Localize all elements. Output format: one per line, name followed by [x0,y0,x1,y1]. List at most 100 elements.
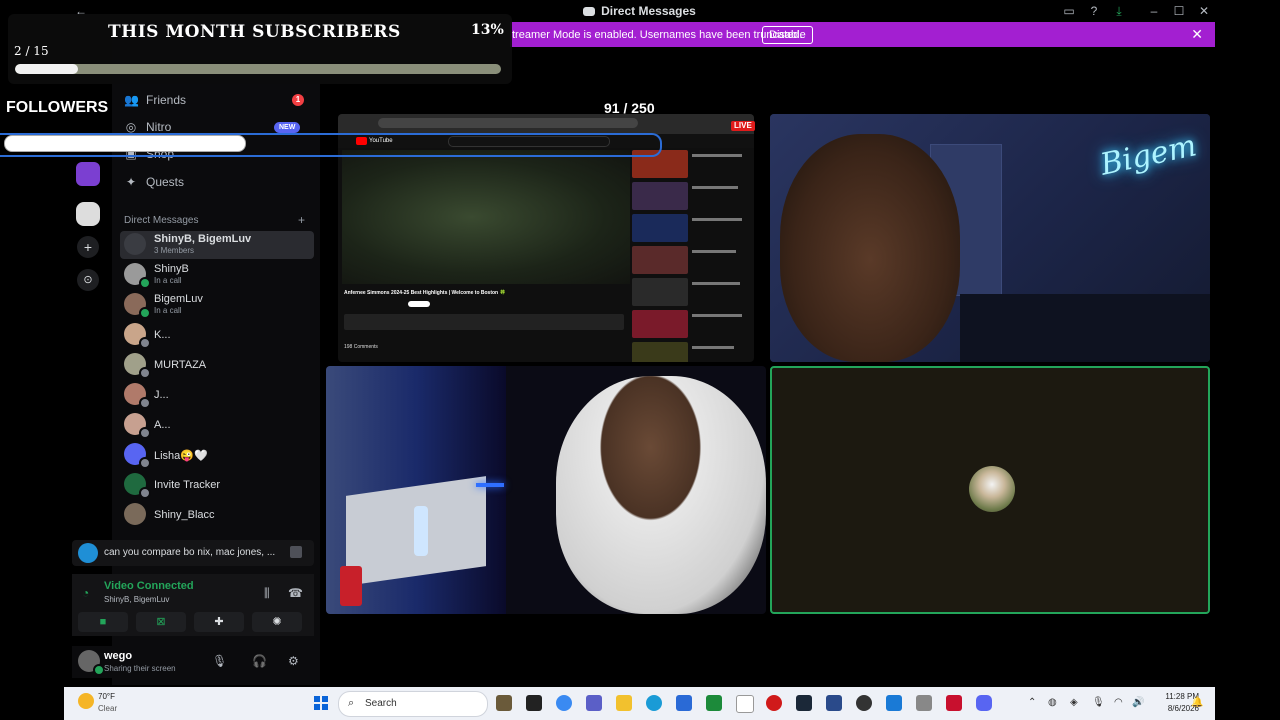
inbox-icon[interactable]: ▭ [1062,4,1076,18]
avatar [124,503,146,525]
windows-start-icon[interactable] [314,696,328,710]
add-server-icon[interactable]: + [77,236,99,258]
xbox-icon[interactable] [706,695,722,711]
participant-figure [780,134,960,362]
dm-subtext: 3 Members [154,246,195,255]
maximize-button[interactable]: ☐ [1172,4,1186,18]
dm-item[interactable]: K... [120,321,314,349]
dm-name: Lisha😜🤍 [154,450,208,462]
status-dot [139,337,151,349]
dm-item[interactable]: BigemLuv In a call [120,291,314,319]
server-icon[interactable] [76,202,100,226]
dm-name: J... [154,389,169,401]
video-thumbnail [632,310,688,338]
app-icon[interactable] [826,695,842,711]
minimize-button[interactable]: – [1147,4,1161,18]
obs-icon[interactable] [856,695,872,711]
disable-button[interactable]: Disable [762,26,813,44]
volume-icon[interactable]: 🔊 [1132,697,1144,708]
dm-item[interactable]: ShinyB, BigemLuv 3 Members [120,231,314,259]
username: wego [104,650,133,662]
notification-icon[interactable]: 🔔 [1191,697,1203,708]
voice-status[interactable]: Video Connected [104,580,194,592]
server-icon[interactable] [76,162,100,186]
dm-subtext: In a call [154,276,182,285]
close-icon[interactable]: ✕ [1191,26,1203,43]
dm-item[interactable]: MURTAZA [120,351,314,379]
close-window-button[interactable]: ✕ [1197,4,1211,18]
dm-item[interactable]: Invite Tracker [120,471,314,499]
settings-icon[interactable] [916,695,932,711]
screen-share-button[interactable]: ⊠ [136,612,186,632]
microphone-icon[interactable]: 🎙 [212,654,227,668]
steam-icon[interactable] [796,695,812,711]
activity-bar[interactable]: can you compare bo nix, mac jones, ... [72,540,314,566]
discord-taskbar-icon[interactable] [976,695,992,711]
dm-name: A... [154,419,171,431]
notepad-icon[interactable] [736,695,754,713]
video-player [342,150,630,284]
screen-icon[interactable] [290,546,302,558]
file-explorer-icon[interactable] [616,695,632,711]
discord-icon [583,7,596,16]
edge-icon[interactable] [646,695,662,711]
soundboard-button[interactable]: ✺ [252,612,302,632]
led-light [476,483,504,487]
noise-suppression-icon[interactable]: ⫼ [264,586,270,601]
app-icon[interactable] [496,695,512,711]
dm-name: BigemLuv [154,293,203,305]
goal-title: THIS MONTH SUBSCRIBERS [108,22,401,42]
help-icon[interactable]: ? [1087,4,1101,18]
download-icon[interactable]: ⤓ [1112,4,1126,18]
video-tile-participant[interactable]: Bigem [770,114,1210,362]
video-tile-speaking[interactable] [770,366,1210,614]
app-icon[interactable] [526,695,542,711]
store-icon[interactable] [676,695,692,711]
activities-button[interactable]: ✚ [194,612,244,632]
video-tile-participant[interactable] [326,366,766,614]
mcafee-icon[interactable] [946,695,962,711]
thumb-caption [692,250,736,253]
thumb-caption [692,314,742,317]
nav-quests[interactable]: ✦ Quests [124,172,184,192]
headphones-icon[interactable]: 🎧 [252,654,267,668]
tray-chevron-icon[interactable]: ⌃ [1028,697,1036,708]
copilot-icon[interactable] [556,695,572,711]
dm-subtext: In a call [154,306,182,315]
microphone-tray-icon[interactable]: 🎙 [1092,697,1105,708]
dm-item[interactable]: ShinyB In a call [120,261,314,289]
app-icon[interactable] [886,695,902,711]
tray-icon[interactable]: ◈ [1070,697,1078,708]
wifi-icon[interactable]: ◠ [1114,697,1123,708]
settings-gear-icon[interactable]: ⚙ [288,654,299,668]
dm-item[interactable]: J... [120,381,314,409]
weather-icon[interactable] [78,693,94,709]
thumb-caption [692,346,734,349]
windows-taskbar: 70°F Clear ⌕ Search ⌃ ◍ ◈ 🎙 ◠ 🔊 11:28 PM… [64,687,1215,720]
chair [960,294,1210,362]
teams-icon[interactable] [586,695,602,711]
weather-condition: Clear [98,704,118,713]
camera-button[interactable]: ■ [78,612,128,632]
dm-item[interactable]: Shiny_Blacc [120,501,314,529]
discover-icon[interactable]: ⊙ [77,269,99,291]
app-icon[interactable] [766,695,782,711]
dm-name: Shiny_Blacc [154,509,215,521]
taskbar-search[interactable]: ⌕ Search [338,691,488,717]
live-badge: LIVE [731,121,755,131]
quests-icon: ✦ [125,175,137,189]
dm-item[interactable]: A... [120,411,314,439]
create-dm-icon[interactable]: + [298,213,305,227]
nav-friends[interactable]: 👥 Friends [124,90,186,110]
user-panel: wego Sharing their screen 🎙 🎧 ⚙ [72,646,314,678]
status-dot [139,307,151,319]
subscribe-button [408,301,430,307]
video-description [344,314,624,330]
disconnect-icon[interactable]: ☎ [288,586,303,600]
video-title: Anfernee Simmons 2024-25 Best Highlights… [344,290,506,296]
notification-badge: 1 [292,94,304,106]
status-dot [139,487,151,499]
dm-item[interactable]: Lisha😜🤍 [120,441,314,469]
tray-icon[interactable]: ◍ [1048,697,1057,708]
browser-icon [78,543,98,563]
